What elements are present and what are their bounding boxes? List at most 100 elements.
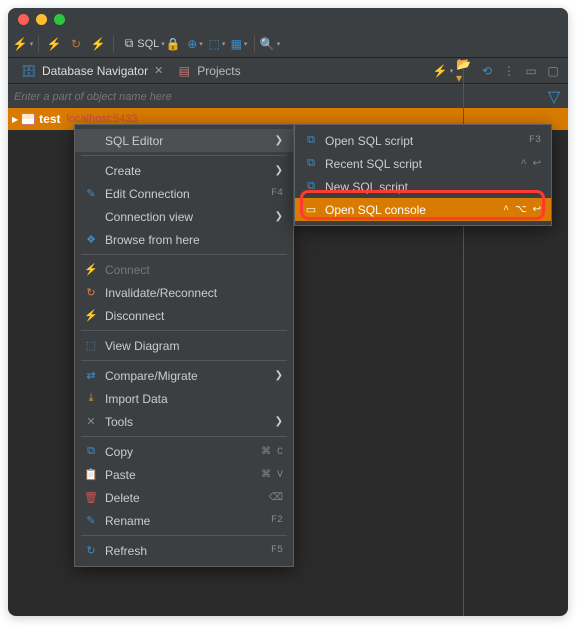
tab-label: Projects bbox=[197, 64, 240, 78]
menu-icon: ⇄ bbox=[83, 368, 99, 384]
menu-label: View Diagram bbox=[105, 339, 283, 353]
menu-icon: ⤓ bbox=[83, 391, 99, 407]
submenu-item[interactable]: ⧉Open SQL scriptF3 bbox=[295, 129, 551, 152]
submenu-label: New SQL script bbox=[325, 180, 541, 194]
disconnect-icon[interactable]: ⚡ bbox=[89, 35, 107, 53]
menu-icon bbox=[83, 163, 99, 179]
menu-icon: ⚡ bbox=[83, 308, 99, 324]
database-icon bbox=[21, 113, 35, 125]
invalidate-icon[interactable]: ↻ bbox=[67, 35, 85, 53]
menu-item[interactable]: ⧉ Copy ⌘ C bbox=[75, 440, 293, 463]
menu-icon: ↻ bbox=[83, 543, 99, 559]
menu-icon: ❖ bbox=[83, 232, 99, 248]
menu-item[interactable]: ❖Browse from here bbox=[75, 228, 293, 251]
connect-icon[interactable]: ⚡ bbox=[45, 35, 63, 53]
titlebar bbox=[8, 8, 568, 30]
kebab-icon[interactable]: ⋮ bbox=[500, 62, 518, 80]
menu-shortcut: ⌘ C bbox=[261, 446, 283, 458]
maximize-view-icon[interactable]: ▢ bbox=[544, 62, 562, 80]
separator bbox=[38, 35, 39, 53]
menu-item[interactable]: Connection view❯ bbox=[75, 205, 293, 228]
menu-label: Connect bbox=[105, 263, 283, 277]
menu-item[interactable]: Create❯ bbox=[75, 159, 293, 182]
menu-separator bbox=[81, 155, 287, 156]
script-icon: ⧉ bbox=[303, 133, 319, 149]
submenu-label: Open SQL console bbox=[325, 203, 497, 217]
chevron-right-icon: ❯ bbox=[275, 416, 283, 427]
menu-separator bbox=[81, 360, 287, 361]
search-input[interactable] bbox=[14, 91, 546, 103]
commit-mode-icon[interactable]: ⊕ bbox=[186, 35, 204, 53]
menu-label: Copy bbox=[105, 445, 255, 459]
menu-label: Delete bbox=[105, 491, 263, 505]
sql-editor-icon[interactable]: ⧉ bbox=[120, 35, 138, 53]
menu-label: SQL Editor bbox=[105, 134, 269, 148]
menu-shortcut: ⌘ V bbox=[261, 469, 283, 481]
menu-shortcut: ⌫ bbox=[269, 492, 283, 504]
script-icon: ▭ bbox=[303, 202, 319, 218]
separator bbox=[254, 35, 255, 53]
submenu-item[interactable]: ⧉ New SQL script bbox=[295, 175, 551, 198]
menu-item[interactable]: ↻ Refresh F5 bbox=[75, 539, 293, 562]
menu-shortcut: F4 bbox=[271, 188, 283, 199]
tab-projects[interactable]: ▤ Projects bbox=[169, 60, 246, 82]
tab-label: Database Navigator bbox=[42, 64, 148, 78]
menu-separator bbox=[81, 535, 287, 536]
menu-item[interactable]: ✕Tools❯ bbox=[75, 410, 293, 433]
submenu-item[interactable]: ⧉Recent SQL script^ ↩ bbox=[295, 152, 551, 175]
tab-database-navigator[interactable]: 🗄 Database Navigator ✕ bbox=[14, 60, 169, 82]
projects-icon: ▤ bbox=[175, 62, 193, 80]
expand-icon[interactable]: ▶ bbox=[12, 115, 18, 124]
menu-separator bbox=[81, 254, 287, 255]
search-row: ▽ bbox=[8, 84, 568, 108]
app-window: ⚡ ⚡ ↻ ⚡ ⧉ SQL 🔒 ⊕ ⬚ ▦ 🔍 🗄 Database Navig… bbox=[8, 8, 568, 616]
menu-icon: ⚡ bbox=[83, 262, 99, 278]
close-icon[interactable]: ✕ bbox=[154, 64, 163, 77]
menu-item[interactable]: 📋Paste⌘ V bbox=[75, 463, 293, 486]
menu-label: Refresh bbox=[105, 544, 265, 558]
menu-shortcut: F5 bbox=[271, 545, 283, 556]
folder-icon[interactable]: 📂▾ bbox=[456, 62, 474, 80]
menu-icon: ⬚ bbox=[83, 338, 99, 354]
search-icon[interactable]: 🔍 bbox=[261, 35, 279, 53]
menu-icon: ⧉ bbox=[83, 444, 99, 460]
menu-item[interactable]: ↻Invalidate/Reconnect bbox=[75, 281, 293, 304]
dashboard-icon[interactable]: ⬚ bbox=[208, 35, 226, 53]
submenu-shortcut: ^ ↩ bbox=[521, 158, 541, 170]
script-icon: ⧉ bbox=[303, 179, 319, 195]
submenu-shortcut: F3 bbox=[529, 135, 541, 146]
minimize-view-icon[interactable]: ▭ bbox=[522, 62, 540, 80]
menu-icon: 🗑 bbox=[83, 490, 99, 506]
filter-icon[interactable]: ▽ bbox=[546, 89, 562, 105]
sql-dropdown[interactable]: SQL bbox=[142, 35, 160, 53]
lock-icon[interactable]: 🔒 bbox=[164, 35, 182, 53]
menu-item[interactable]: ⬚ View Diagram bbox=[75, 334, 293, 357]
submenu-label: Recent SQL script bbox=[325, 157, 515, 171]
new-connection-icon[interactable]: ⚡ bbox=[434, 62, 452, 80]
menu-label: Compare/Migrate bbox=[105, 369, 269, 383]
new-connection-icon[interactable]: ⚡ bbox=[14, 35, 32, 53]
menu-item[interactable]: 🗑 Delete ⌫ bbox=[75, 486, 293, 509]
submenu-item[interactable]: ▭Open SQL console^ ⌥ ↩ bbox=[295, 198, 551, 221]
menu-separator bbox=[81, 330, 287, 331]
menu-item[interactable]: ⤓Import Data bbox=[75, 387, 293, 410]
menu-separator bbox=[81, 436, 287, 437]
chevron-right-icon: ❯ bbox=[275, 370, 283, 381]
menu-label: Create bbox=[105, 164, 269, 178]
sql-editor-submenu: ⧉Open SQL scriptF3⧉Recent SQL script^ ↩⧉… bbox=[294, 124, 552, 226]
database-icon: 🗄 bbox=[20, 62, 38, 80]
menu-item[interactable]: ✎RenameF2 bbox=[75, 509, 293, 532]
zoom-window-button[interactable] bbox=[54, 14, 65, 25]
menu-icon bbox=[83, 209, 99, 225]
minimize-window-button[interactable] bbox=[36, 14, 47, 25]
db-tools-icon[interactable]: ▦ bbox=[230, 35, 248, 53]
menu-item[interactable]: ⇄ Compare/Migrate ❯ bbox=[75, 364, 293, 387]
close-window-button[interactable] bbox=[18, 14, 29, 25]
menu-icon: ✕ bbox=[83, 414, 99, 430]
link-icon[interactable]: ⟲ bbox=[478, 62, 496, 80]
menu-item[interactable]: SQL Editor❯ bbox=[75, 129, 293, 152]
menu-item[interactable]: ✎Edit ConnectionF4 bbox=[75, 182, 293, 205]
menu-item[interactable]: ⚡Disconnect bbox=[75, 304, 293, 327]
menu-icon: ↻ bbox=[83, 285, 99, 301]
menu-item: ⚡ Connect bbox=[75, 258, 293, 281]
